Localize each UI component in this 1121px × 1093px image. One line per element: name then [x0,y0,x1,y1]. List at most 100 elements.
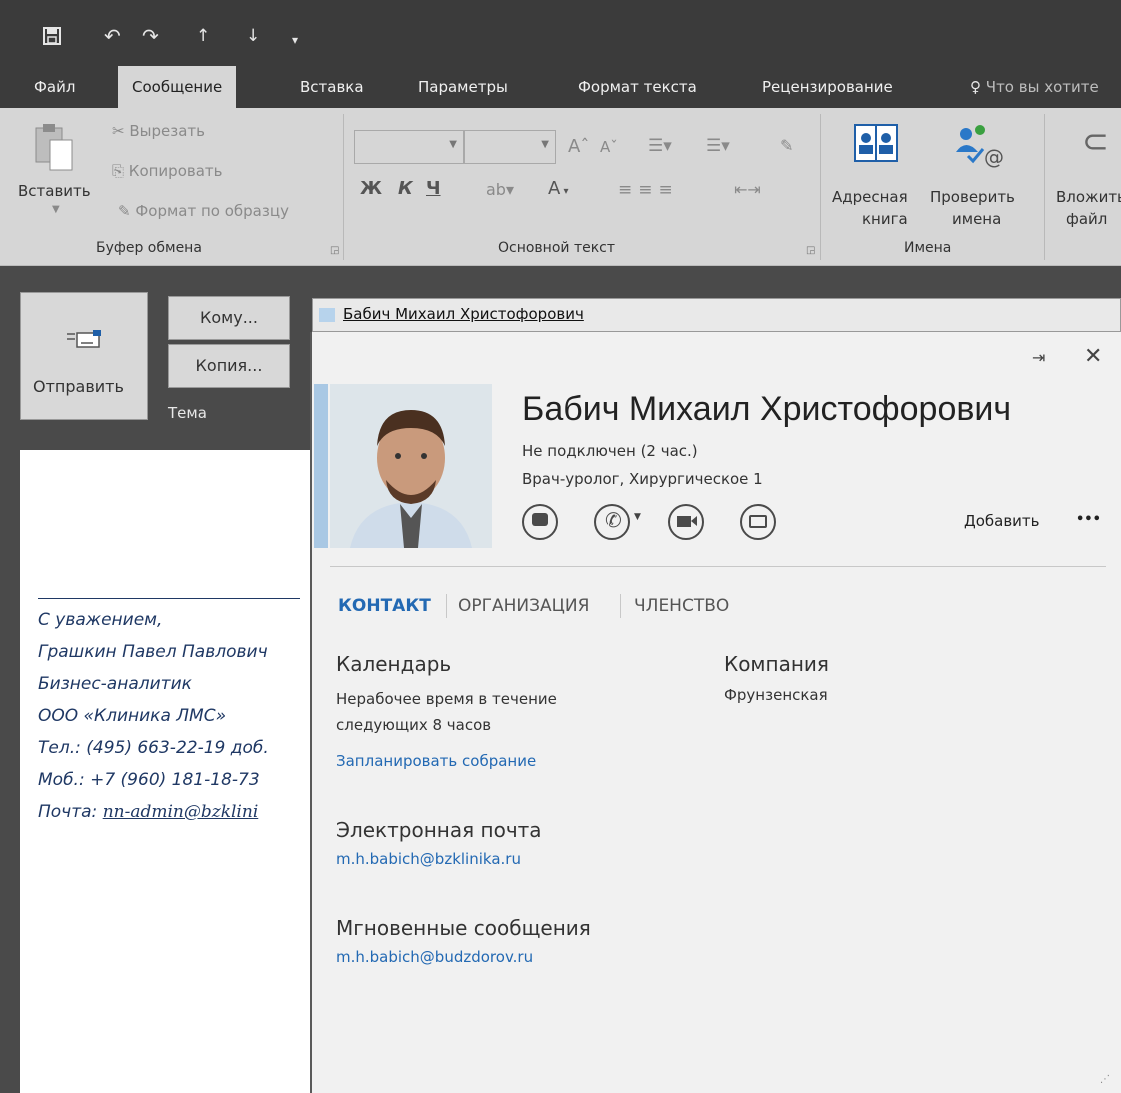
tab-separator [446,594,447,618]
scissors-icon: ✂ [112,122,125,140]
clear-format-icon[interactable]: ✎ [780,136,793,155]
paste-dropdown-icon[interactable]: ▼ [52,204,60,215]
copy-label: Копировать [128,162,223,180]
im-link[interactable]: m.h.babich@budzdorov.ru [336,948,533,966]
card-divider [330,566,1106,567]
cc-button[interactable]: Копия... [168,344,290,388]
format-painter-label: Формат по образцу [135,202,289,220]
phone-dropdown-icon[interactable]: ▼ [634,512,641,522]
attach-file-label-1[interactable]: Вложить [1056,188,1121,206]
tab-insert[interactable]: Вставка [300,66,364,108]
close-icon[interactable]: ✕ [1084,344,1102,369]
send-button[interactable]: Отправить [20,292,148,420]
tell-me-box[interactable]: ♀ Что вы хотите [970,66,1099,108]
indent-icons[interactable]: ⇤⇥ [734,180,761,199]
basic-text-group-label: Основной текст [498,240,616,256]
signature-greeting: С уважением, [38,610,163,630]
video-icon[interactable] [668,504,704,540]
paste-button[interactable]: Вставить [18,182,91,200]
recipient-token[interactable]: Бабич Михаил Христофорович [343,305,584,323]
signature-email-link[interactable]: nn-admin@bzklini [103,802,259,822]
tab-file[interactable]: Файл [34,66,75,108]
tab-message[interactable]: Сообщение [118,66,237,108]
cut-label: Вырезать [129,122,205,140]
signature-divider [38,598,300,599]
pin-icon[interactable]: ⇥ [1032,348,1045,367]
resize-grip-icon[interactable]: ⋰ [1100,1074,1110,1085]
up-arrow-icon[interactable]: ↑ [196,26,210,46]
numbering-icon[interactable]: ☰▾ [706,136,730,156]
separator [820,114,821,260]
email-link[interactable]: m.h.babich@bzklinika.ru [336,850,521,868]
basic-text-launcher-icon[interactable]: ◲ [806,245,815,256]
contact-presence-icon [319,308,335,322]
more-options-button[interactable]: ••• [1076,512,1101,527]
email-icon[interactable] [740,504,776,540]
tell-me-text: Что вы хотите [985,78,1099,96]
down-arrow-icon[interactable]: ↓ [246,26,260,46]
tab-format-text[interactable]: Формат текста [578,66,697,108]
add-contact-button[interactable]: Добавить [964,512,1040,530]
undo-icon[interactable]: ↶ [104,26,121,46]
copy-button[interactable]: ⎘ Копировать [112,162,223,180]
calendar-title: Календарь [336,652,452,676]
clipboard-launcher-icon[interactable]: ◲ [330,245,339,256]
font-name-combo[interactable]: ▼ [354,130,464,164]
cut-button[interactable]: ✂ Вырезать [112,122,205,140]
tab-review[interactable]: Рецензирование [762,66,893,108]
format-painter-button[interactable]: ✎ Формат по образцу [118,202,289,220]
attach-file-label-2[interactable]: файл [1066,210,1107,228]
grow-font-button[interactable]: Aˆ [568,136,589,157]
bold-button[interactable]: Ж [360,178,382,199]
company-value: Фрунзенская [724,686,828,704]
address-book-label-1[interactable]: Адресная [832,188,908,206]
subject-label: Тема [168,404,207,422]
italic-button[interactable]: К [398,178,413,199]
bullets-icon[interactable]: ☰▾ [648,136,672,156]
clipboard-group-label: Буфер обмена [96,240,202,256]
contact-name: Бабич Михаил Христофорович [522,390,1012,428]
email-title: Электронная почта [336,818,542,842]
send-label: Отправить [33,377,124,396]
to-field[interactable]: Бабич Михаил Христофорович [312,298,1121,332]
lightbulb-icon: ♀ [970,78,981,96]
quick-access-toolbar: ↶ ↷ ↑ ↓ ▾ [0,0,1121,66]
tab-organization[interactable]: ОРГАНИЗАЦИЯ [458,596,589,616]
names-group-label: Имена [904,240,952,256]
redo-icon[interactable]: ↷ [142,26,159,46]
brush-icon: ✎ [118,202,131,220]
send-icon [67,329,103,355]
signature-email-label: Почта: [38,802,98,822]
check-names-icon[interactable]: @ [952,122,1012,172]
shrink-font-button[interactable]: Aˇ [600,138,618,156]
highlight-icon[interactable]: ab▾ [486,180,514,199]
address-book-icon[interactable] [854,124,898,166]
schedule-meeting-link[interactable]: Запланировать собрание [336,752,536,770]
company-title: Компания [724,652,829,676]
copy-icon: ⎘ [112,162,125,180]
paperclip-icon[interactable]: ⊂ [1082,122,1109,160]
paste-icon[interactable] [34,122,74,176]
signature-name: Грашкин Павел Павлович [38,642,268,662]
save-icon[interactable] [42,26,62,49]
customize-icon[interactable]: ▾ [292,30,298,50]
im-title: Мгновенные сообщения [336,916,591,940]
check-names-label-1[interactable]: Проверить [930,188,1015,206]
signature-phone: Тел.: (495) 663-22-19 доб. [38,738,269,758]
chat-icon[interactable] [522,504,558,540]
tab-options[interactable]: Параметры [418,66,508,108]
to-button[interactable]: Кому... [168,296,290,340]
tab-contact[interactable]: КОНТАКТ [338,596,431,616]
font-color-button[interactable]: A ▾ [548,178,569,199]
tab-membership[interactable]: ЧЛЕНСТВО [634,596,729,616]
avatar [330,384,492,548]
separator [1044,114,1045,260]
signature-company: ООО «Клиника ЛМС» [38,706,227,726]
calendar-line-2: следующих 8 часов [336,716,492,734]
align-icons[interactable]: ≡≡≡ [618,180,679,200]
underline-button[interactable]: Ч [426,178,441,199]
phone-icon[interactable]: ✆ [594,504,630,540]
check-names-label-2[interactable]: имена [952,210,1001,228]
font-size-combo[interactable]: ▼ [464,130,556,164]
address-book-label-2[interactable]: книга [862,210,908,228]
